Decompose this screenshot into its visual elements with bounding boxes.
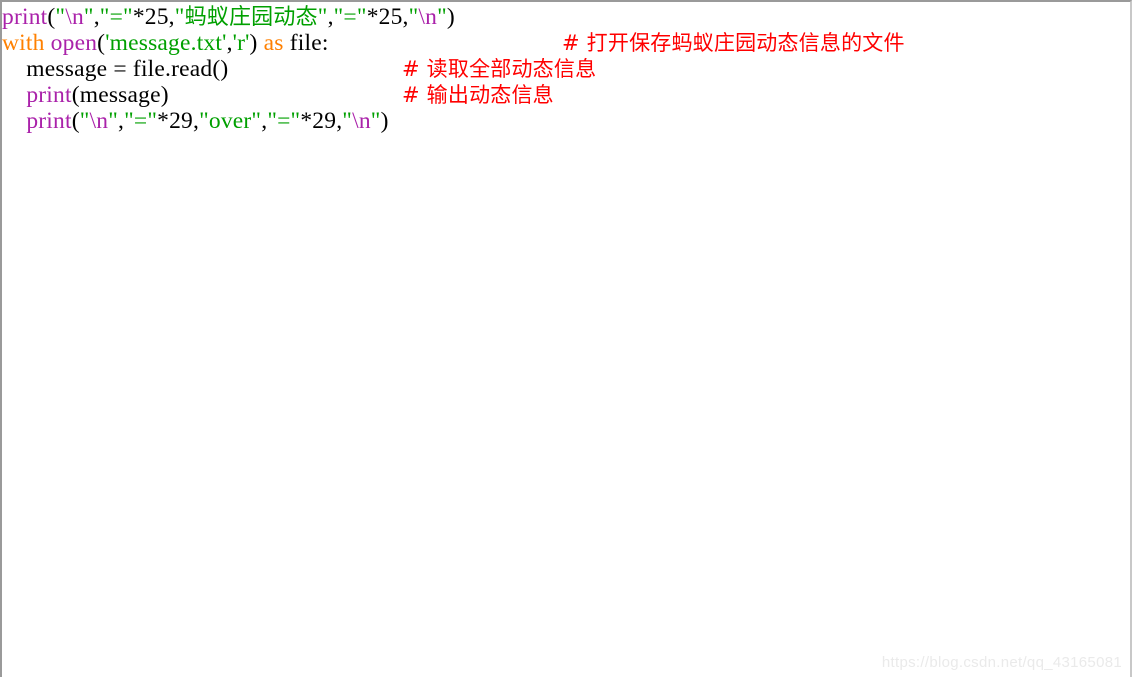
code-comment: # 读取全部动态信息 xyxy=(402,57,597,81)
code-token-plain: message = file.read() xyxy=(2,56,229,82)
code-token-fn: print xyxy=(2,4,48,30)
code-token-str: " xyxy=(370,108,381,134)
code-token-str: " xyxy=(108,108,119,134)
code-viewer: print("\n","="*25,"蚂蚁庄园动态","="*25,"\n") w… xyxy=(0,0,1132,677)
code-line-text: message = file.read() xyxy=(2,56,228,82)
code-token-esc: \n xyxy=(65,4,84,30)
code-line[interactable]: print("\n","="*25,"蚂蚁庄园动态","="*25,"\n") xyxy=(2,4,455,30)
code-token-str: " xyxy=(437,4,447,30)
code-token-str: " xyxy=(55,4,66,30)
code-token-plain: ) xyxy=(380,108,389,134)
code-comment: # 输出动态信息 xyxy=(402,83,554,107)
code-line[interactable]: print(message) # 输出动态信息 xyxy=(2,82,553,108)
code-token-str: " xyxy=(408,4,419,30)
code-token-plain: ( xyxy=(71,108,80,134)
code-line[interactable]: message = file.read() # 读取全部动态信息 xyxy=(2,56,596,82)
watermark: https://blog.csdn.net/qq_43165081 xyxy=(881,654,1122,671)
code-token-str: 蚂蚁庄园动态 xyxy=(184,5,318,30)
code-token-str: "over" xyxy=(199,108,262,134)
code-block[interactable]: print("\n","="*25,"蚂蚁庄园动态","="*25,"\n") w… xyxy=(2,4,904,134)
code-token-plain: ) xyxy=(446,4,455,30)
code-token-plain: ) xyxy=(249,30,258,56)
code-line-text: print("\n","="*29,"over","="*29,"\n") xyxy=(2,108,389,134)
code-token-fn: print xyxy=(26,108,72,134)
code-token-str: "=" xyxy=(333,4,367,30)
code-token-str: 'r' xyxy=(232,30,250,56)
code-line[interactable]: print("\n","="*29,"over","="*29,"\n") xyxy=(2,108,455,134)
code-token-plain: *25, xyxy=(366,4,409,30)
code-token-str: " xyxy=(342,108,353,134)
code-token-plain: *25, xyxy=(132,4,175,30)
code-token-plain: ( xyxy=(97,30,106,56)
code-line-text: print("\n","="*25,"蚂蚁庄园动态","="*25,"\n") xyxy=(2,4,455,30)
code-line-text: with open('message.txt','r') as file: xyxy=(2,30,329,56)
code-token-fn: open xyxy=(50,30,98,56)
code-line[interactable]: with open('message.txt','r') as file: # 打… xyxy=(2,30,904,56)
code-line-text: print(message) xyxy=(2,82,169,108)
code-token-str: "=" xyxy=(99,4,133,30)
code-token-plain: (message) xyxy=(71,82,169,108)
code-token-esc: \n xyxy=(418,4,438,30)
code-token-str: "=" xyxy=(267,108,301,134)
code-token-plain: *29, xyxy=(300,108,343,134)
code-token-str: 'message.txt' xyxy=(105,30,227,56)
code-token-fn: print xyxy=(26,82,72,108)
code-comment: # 打开保存蚂蚁庄园动态信息的文件 xyxy=(562,31,905,55)
code-token-str: " xyxy=(83,4,94,30)
code-token-str: " xyxy=(174,4,185,30)
code-token-esc: \n xyxy=(352,108,371,134)
code-token-str: "=" xyxy=(124,108,158,134)
code-token-str: " xyxy=(317,4,328,30)
code-token-plain: *29, xyxy=(157,108,200,134)
code-token-esc: \n xyxy=(89,108,109,134)
code-token-plain: file: xyxy=(283,30,329,56)
code-token-str: " xyxy=(79,108,90,134)
code-token-kw: as xyxy=(263,30,284,56)
code-token-kw: with xyxy=(2,30,45,56)
